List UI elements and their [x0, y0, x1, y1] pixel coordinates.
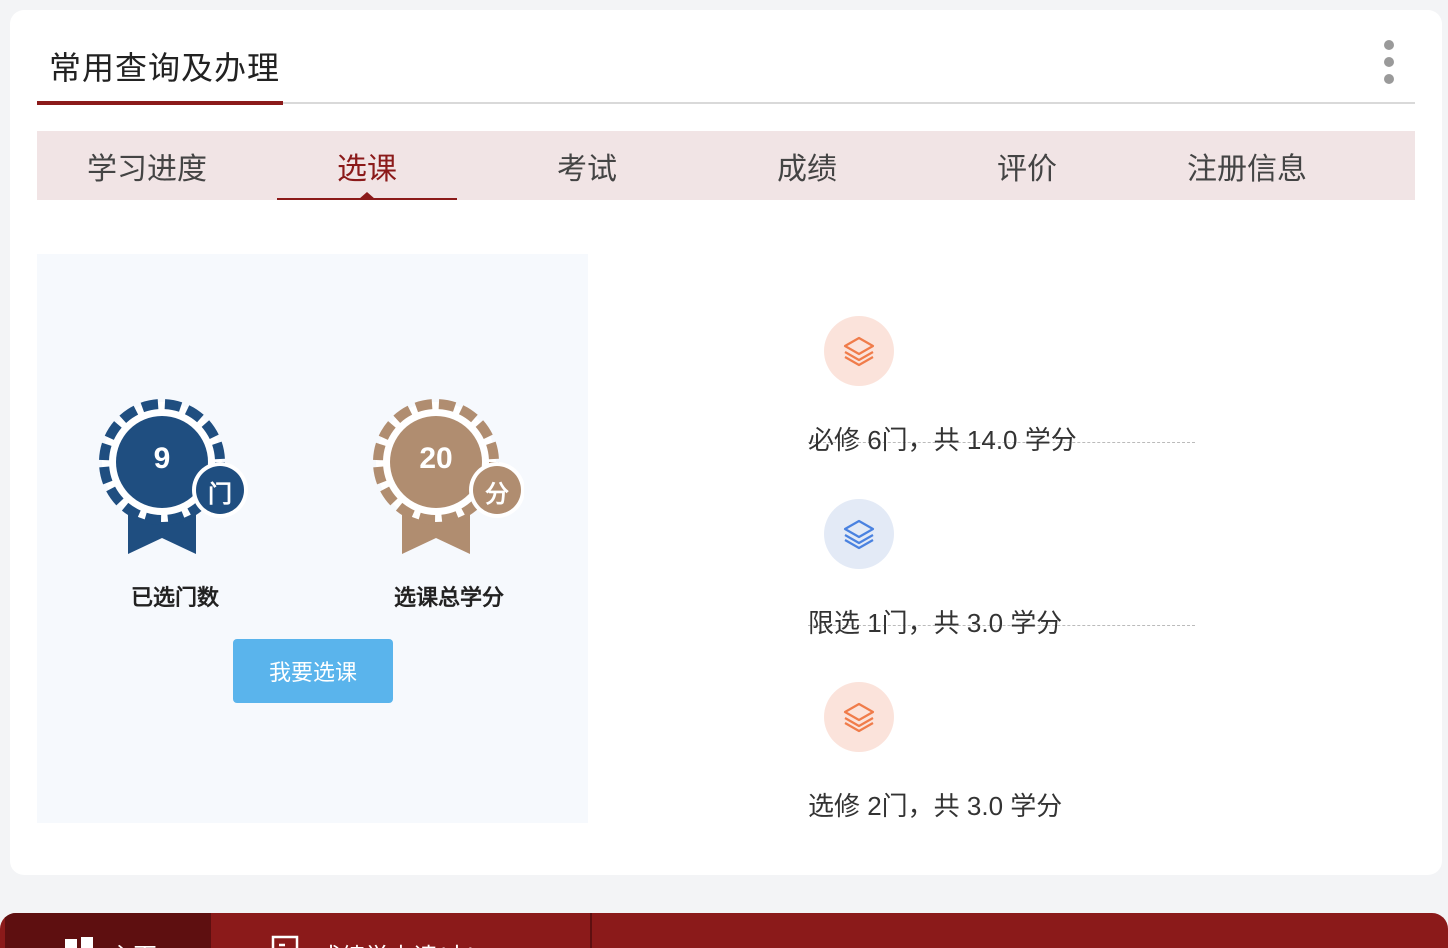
required-layers-icon: [824, 316, 894, 386]
tab-exam[interactable]: 考试: [497, 131, 677, 200]
bottom-nav: 主页 成绩単申请(中): [0, 913, 1448, 948]
card-header: 常用查询及办理: [37, 10, 1415, 105]
courses-count: 9: [153, 442, 171, 475]
courses-label: 已选门数: [130, 585, 219, 610]
nav-home-label: 主页: [109, 937, 157, 948]
nav-home[interactable]: 主页: [5, 913, 211, 948]
tab-registration-info[interactable]: 注册信息: [1157, 131, 1337, 200]
more-options-button[interactable]: [1381, 40, 1397, 84]
tab-grades[interactable]: 成绩: [717, 131, 897, 200]
tab-bar: 学习进度 选课 考试 成绩 评价 注册信息: [37, 131, 1415, 200]
credits-unit: 分: [485, 481, 509, 508]
required-courses-stat: 必修 6门，共 14.0 学分: [808, 425, 1077, 455]
tab-evaluation[interactable]: 评价: [937, 131, 1117, 200]
limited-layers-icon: [824, 499, 894, 569]
card-title: 常用查询及办理: [49, 50, 281, 86]
title-underline: [37, 101, 283, 105]
query-card: 常用查询及办理 学习进度 选课 考试 成绩 评价 注册信息 9 门 已选门数 2…: [10, 10, 1442, 875]
home-icon: [65, 937, 93, 948]
document-icon: [271, 935, 299, 948]
credits-medal: 20 分: [364, 392, 524, 562]
courses-medal: 9 门: [90, 392, 250, 562]
elective-layers-icon: [824, 682, 894, 752]
elective-stat: 选修 2门，共 3.0 学分: [808, 791, 1063, 821]
nav-transcript-label: 成绩単申请(中): [317, 937, 477, 948]
more-dot-icon: [1384, 40, 1394, 50]
select-course-button[interactable]: 我要选课: [233, 639, 393, 703]
more-dot-icon: [1384, 57, 1394, 67]
credits-label: 选课总学分: [393, 585, 504, 610]
courses-unit: 门: [208, 481, 232, 508]
tab-course-selection[interactable]: 选课: [277, 131, 457, 200]
tab-study-progress[interactable]: 学习进度: [57, 131, 237, 200]
nav-transcript-request[interactable]: 成绩単申请(中): [213, 913, 592, 948]
limited-elective-stat: 限选 1门，共 3.0 学分: [808, 608, 1063, 638]
selection-summary-panel: 9 门 已选门数 20 分 选课总学分 我要选课: [37, 254, 588, 823]
more-dot-icon: [1384, 74, 1394, 84]
credits-total: 20: [419, 442, 453, 475]
